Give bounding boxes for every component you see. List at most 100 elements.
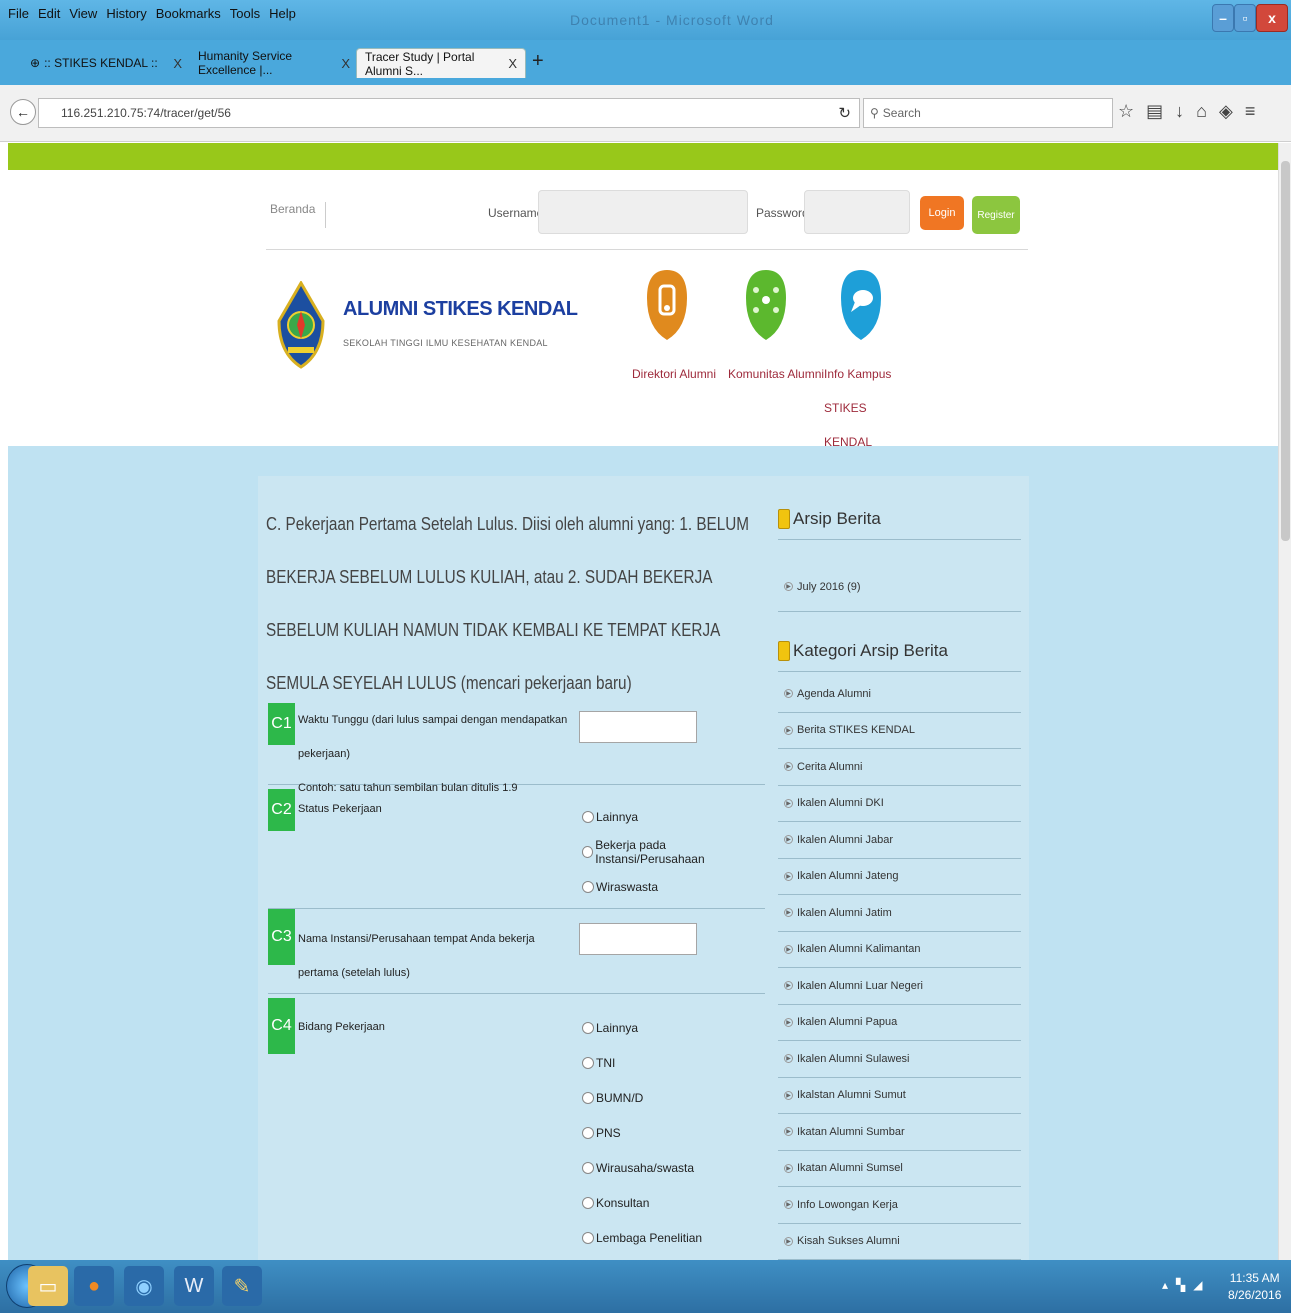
download-icon[interactable]: ↓ [1175,101,1184,122]
firefox-icon[interactable]: ● [74,1266,114,1306]
minimize-button[interactable]: – [1212,4,1234,32]
radio-konsultan[interactable]: Konsultan [582,1193,649,1213]
close-tab-icon[interactable]: X [508,56,517,71]
globe-icon: ⊕ [30,56,41,70]
category-label: Kisah Sukses Alumni [797,1235,900,1248]
category-item[interactable]: ▶ Ikalen Alumni Jateng [778,859,1021,895]
category-item[interactable]: ▶ Ikalen Alumni Jatim [778,895,1021,932]
question-label: Status Pekerjaan [298,803,382,815]
beranda-link[interactable]: Beranda [270,202,327,228]
category-item[interactable]: ▶ Berita STIKES KENDAL [778,713,1021,749]
radio-circle-icon[interactable] [582,1022,594,1034]
maximize-button[interactable]: ▫ [1234,4,1256,32]
direktori-alumni-link[interactable]: Direktori Alumni [632,357,716,391]
radio-wirausaha[interactable]: Wirausaha/swasta [582,1158,694,1178]
tab-tracer-study[interactable]: Tracer Study | Portal Alumni S... X [356,48,526,78]
reading-list-icon[interactable]: ▤ [1146,101,1163,122]
close-window-button[interactable]: x [1256,4,1288,32]
tab-stikes-kendal[interactable]: ⊕ :: STIKES KENDAL :: X [22,48,190,78]
page-scrollbar[interactable] [1278,143,1291,1260]
close-tab-icon[interactable]: X [341,56,350,71]
word-icon[interactable]: W [174,1266,214,1306]
menu-edit[interactable]: Edit [38,6,60,21]
radio-circle-icon[interactable] [582,1092,594,1104]
waktu-tunggu-input[interactable] [579,711,697,743]
komunitas-alumni-icon[interactable] [744,268,788,342]
url-bar[interactable]: 116.251.210.75:74/tracer/get/56 ↻ [38,98,860,128]
home-icon[interactable]: ⌂ [1196,101,1207,122]
info-kampus-icon[interactable] [839,268,883,342]
menu-history[interactable]: History [106,6,146,21]
category-item[interactable]: ▶ Ikalen Alumni Kalimantan [778,932,1021,968]
nama-instansi-input[interactable] [579,923,697,955]
category-item[interactable]: ▶ Ikatan Alumni Sumsel [778,1151,1021,1187]
radio-circle-icon[interactable] [582,881,594,893]
radio-lainnya[interactable]: Lainnya [582,1018,638,1038]
bookmark-star-icon[interactable]: ☆ [1118,101,1134,122]
tray-arrow-icon[interactable]: ▴ [1162,1278,1168,1292]
menu-tools[interactable]: Tools [230,6,260,21]
menu-help[interactable]: Help [269,6,296,21]
category-label: Info Lowongan Kerja [797,1198,898,1211]
radio-circle-icon[interactable] [582,1127,594,1139]
radio-wiraswasta[interactable]: Wiraswasta [582,877,658,897]
pocket-icon[interactable]: ◈ [1219,101,1233,122]
search-input[interactable]: ⚲ Search [863,98,1113,128]
radio-tni[interactable]: TNI [582,1053,615,1073]
komunitas-alumni-link[interactable]: Komunitas Alumni [728,357,824,391]
paint-icon[interactable]: ✎ [222,1266,262,1306]
category-item[interactable]: ▶ Ikalen Alumni Luar Negeri [778,968,1021,1005]
category-item[interactable]: ▶ Cerita Alumni [778,749,1021,786]
volume-icon[interactable]: ◢ [1193,1278,1202,1292]
category-item[interactable]: ▶ Ikalstan Alumni Sumut [778,1078,1021,1114]
network-icon[interactable]: ▚ [1176,1278,1185,1292]
menu-view[interactable]: View [69,6,97,21]
info-kampus-link[interactable]: Info Kampus STIKES KENDAL [824,357,914,459]
window-title: Document1 - Microsoft Word [570,12,774,28]
category-item[interactable]: ▶ Ikalen Alumni Jabar [778,822,1021,859]
radio-lainnya[interactable]: Lainnya [582,807,638,827]
archive-item[interactable]: ▶ July 2016 (9) [778,562,1021,612]
radio-circle-icon[interactable] [582,811,594,823]
category-item[interactable]: ▶ Ikalen Alumni DKI [778,786,1021,822]
taskbar-clock[interactable]: 11:35 AM 8/26/2016 [1228,1270,1281,1304]
new-tab-icon[interactable]: + [532,50,544,73]
menu-bookmarks[interactable]: Bookmarks [156,6,221,21]
radio-pns[interactable]: PNS [582,1123,621,1143]
arrow-right-icon: ▶ [784,1054,793,1064]
password-input[interactable] [804,190,910,234]
radio-lembaga-penelitian[interactable]: Lembaga Penelitian [582,1228,702,1248]
category-item[interactable]: ▶ Ikalen Alumni Sulawesi [778,1041,1021,1078]
category-item[interactable]: ▶ Ikatan Alumni Sumbar [778,1114,1021,1151]
window-titlebar: File Edit View History Bookmarks Tools H… [0,0,1291,40]
question-c1: C1 Waktu Tunggu (dari lulus sampai denga… [268,703,765,794]
radio-circle-icon[interactable] [582,1232,594,1244]
radio-bekerja-instansi[interactable]: Bekerja pada Instansi/Perusahaan [582,838,765,866]
file-explorer-icon[interactable]: ▭ [28,1266,68,1306]
direktori-alumni-icon[interactable] [645,268,689,342]
scrollbar-thumb[interactable] [1281,161,1290,541]
username-input[interactable] [538,190,748,234]
tab-bar: ⊕ :: STIKES KENDAL :: X Humanity Service… [0,40,1291,85]
back-arrow-icon[interactable]: ← [10,99,36,125]
top-accent-strip [8,143,1278,170]
register-button[interactable]: Register [972,196,1020,234]
login-button[interactable]: Login [920,196,964,230]
close-tab-icon[interactable]: X [173,56,182,71]
menu-bar: File Edit View History Bookmarks Tools H… [8,6,296,21]
arrow-right-icon: ▶ [784,981,793,991]
radio-circle-icon[interactable] [582,1162,594,1174]
category-item[interactable]: ▶ Agenda Alumni [778,676,1021,713]
tab-humanity[interactable]: Humanity Service Excellence |... X [190,48,358,78]
category-item[interactable]: ▶ Ikalen Alumni Papua [778,1005,1021,1041]
reload-icon[interactable]: ↻ [838,104,851,122]
hamburger-menu-icon[interactable]: ≡ [1245,101,1256,122]
radio-circle-icon[interactable] [582,1197,594,1209]
radio-circle-icon[interactable] [582,1057,594,1069]
radio-bumn[interactable]: BUMN/D [582,1088,643,1108]
category-item[interactable]: ▶ Info Lowongan Kerja [778,1187,1021,1224]
menu-file[interactable]: File [8,6,29,21]
chrome-icon[interactable]: ◉ [124,1266,164,1306]
category-item[interactable]: ▶ Kisah Sukses Alumni [778,1224,1021,1260]
radio-circle-icon[interactable] [582,846,594,858]
